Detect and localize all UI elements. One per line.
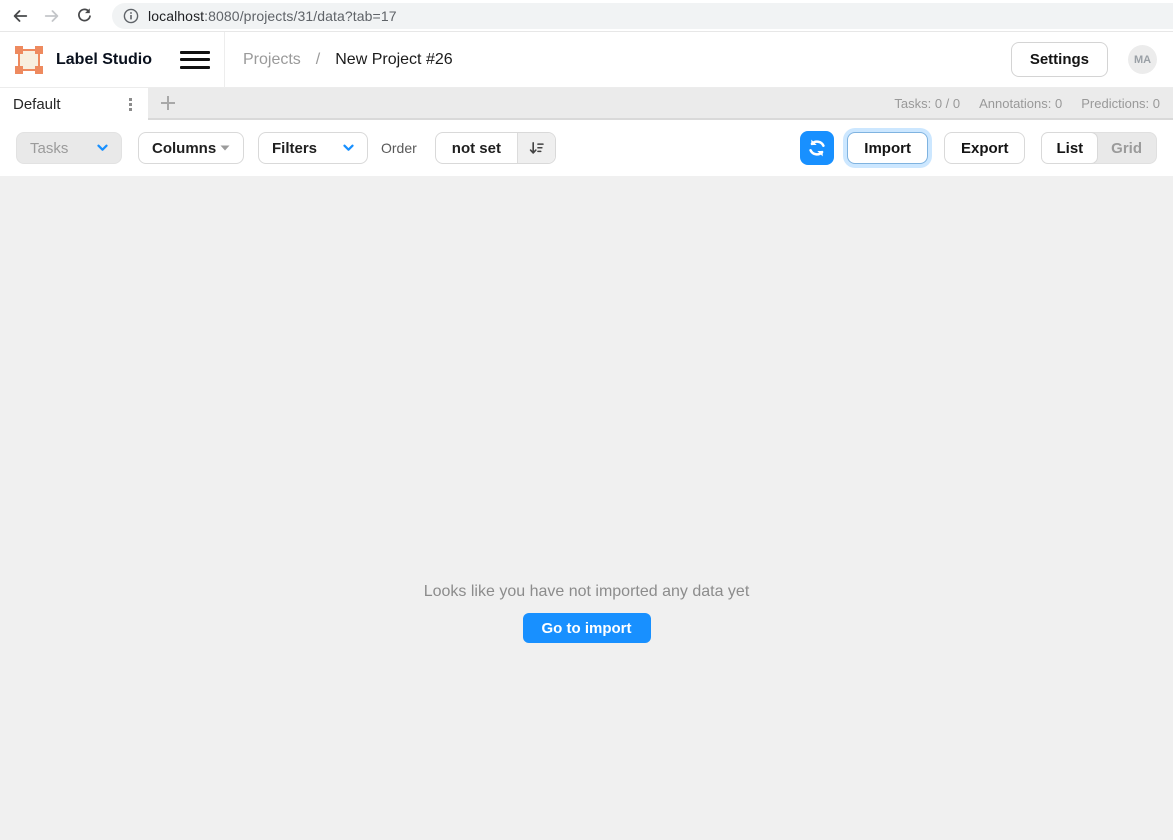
tasks-counter: Tasks: 0 / 0 bbox=[894, 96, 960, 111]
breadcrumb: Projects / New Project #26 bbox=[243, 51, 453, 69]
view-mode-toggle: List Grid bbox=[1041, 132, 1157, 164]
columns-dropdown[interactable]: Columns bbox=[138, 132, 244, 164]
sort-desc-icon bbox=[528, 140, 545, 157]
import-button[interactable]: Import bbox=[847, 132, 928, 164]
page-info-icon[interactable] bbox=[123, 8, 139, 24]
annotations-counter: Annotations: 0 bbox=[979, 96, 1062, 111]
add-tab-icon bbox=[159, 94, 177, 112]
refresh-button[interactable] bbox=[800, 131, 834, 165]
url-text: localhost:8080/projects/31/data?tab=17 bbox=[148, 8, 397, 24]
sync-icon bbox=[807, 138, 827, 158]
settings-button[interactable]: Settings bbox=[1011, 42, 1108, 77]
app-title: Label Studio bbox=[56, 51, 152, 69]
data-manager-content: Looks like you have not imported any dat… bbox=[0, 176, 1173, 840]
page-title: New Project #26 bbox=[335, 51, 452, 69]
breadcrumb-projects-link[interactable]: Projects bbox=[243, 51, 301, 69]
sort-direction-button[interactable] bbox=[517, 133, 555, 163]
address-bar[interactable]: localhost:8080/projects/31/data?tab=17 bbox=[112, 3, 1173, 29]
browser-back-button[interactable] bbox=[8, 4, 32, 28]
back-icon bbox=[11, 7, 29, 25]
reload-icon bbox=[76, 7, 93, 24]
order-value-dropdown[interactable]: not set bbox=[436, 133, 517, 163]
breadcrumb-separator: / bbox=[316, 51, 320, 69]
url-path: :8080/projects/31/data?tab=17 bbox=[204, 8, 396, 24]
go-to-import-button[interactable]: Go to import bbox=[523, 613, 651, 643]
tab-default-label: Default bbox=[13, 96, 61, 113]
browser-forward-button[interactable] bbox=[40, 4, 64, 28]
data-manager-toolbar: Tasks Columns Filters Order not set bbox=[0, 120, 1173, 176]
tab-default[interactable]: Default bbox=[0, 88, 148, 120]
browser-toolbar: localhost:8080/projects/31/data?tab=17 bbox=[0, 0, 1173, 32]
url-host: localhost bbox=[148, 8, 204, 24]
export-button[interactable]: Export bbox=[944, 132, 1026, 164]
view-tabs-bar: Default Tasks: 0 / 0 Annotations: 0 Pred… bbox=[0, 88, 1173, 120]
project-counters: Tasks: 0 / 0 Annotations: 0 Predictions:… bbox=[894, 96, 1173, 111]
browser-reload-button[interactable] bbox=[72, 4, 96, 28]
forward-icon bbox=[43, 7, 61, 25]
tasks-dropdown-label: Tasks bbox=[30, 140, 68, 157]
tasks-dropdown[interactable]: Tasks bbox=[16, 132, 122, 164]
add-tab-button[interactable] bbox=[148, 88, 188, 118]
order-control: not set bbox=[435, 132, 556, 164]
predictions-counter: Predictions: 0 bbox=[1081, 96, 1160, 111]
tab-strip: Tasks: 0 / 0 Annotations: 0 Predictions:… bbox=[148, 88, 1173, 120]
columns-dropdown-label: Columns bbox=[152, 140, 216, 157]
filters-dropdown[interactable]: Filters bbox=[258, 132, 368, 164]
avatar[interactable]: MA bbox=[1128, 45, 1157, 74]
empty-state-message: Looks like you have not imported any dat… bbox=[424, 583, 750, 601]
filters-dropdown-label: Filters bbox=[272, 140, 317, 157]
chevron-down-icon bbox=[97, 144, 108, 152]
label-studio-window: localhost:8080/projects/31/data?tab=17 L… bbox=[0, 0, 1173, 840]
header-actions: Settings MA bbox=[1011, 42, 1173, 77]
label-studio-logo-icon bbox=[15, 46, 43, 74]
header-divider bbox=[224, 32, 225, 88]
view-list-button[interactable]: List bbox=[1041, 132, 1098, 164]
view-grid-button[interactable]: Grid bbox=[1097, 133, 1156, 163]
menu-icon[interactable] bbox=[180, 50, 210, 70]
kebab-icon[interactable] bbox=[122, 95, 138, 113]
caret-down-icon bbox=[220, 145, 230, 151]
order-label: Order bbox=[381, 140, 417, 156]
chevron-down-icon bbox=[343, 144, 354, 152]
app-header: Label Studio Projects / New Project #26 … bbox=[0, 32, 1173, 88]
